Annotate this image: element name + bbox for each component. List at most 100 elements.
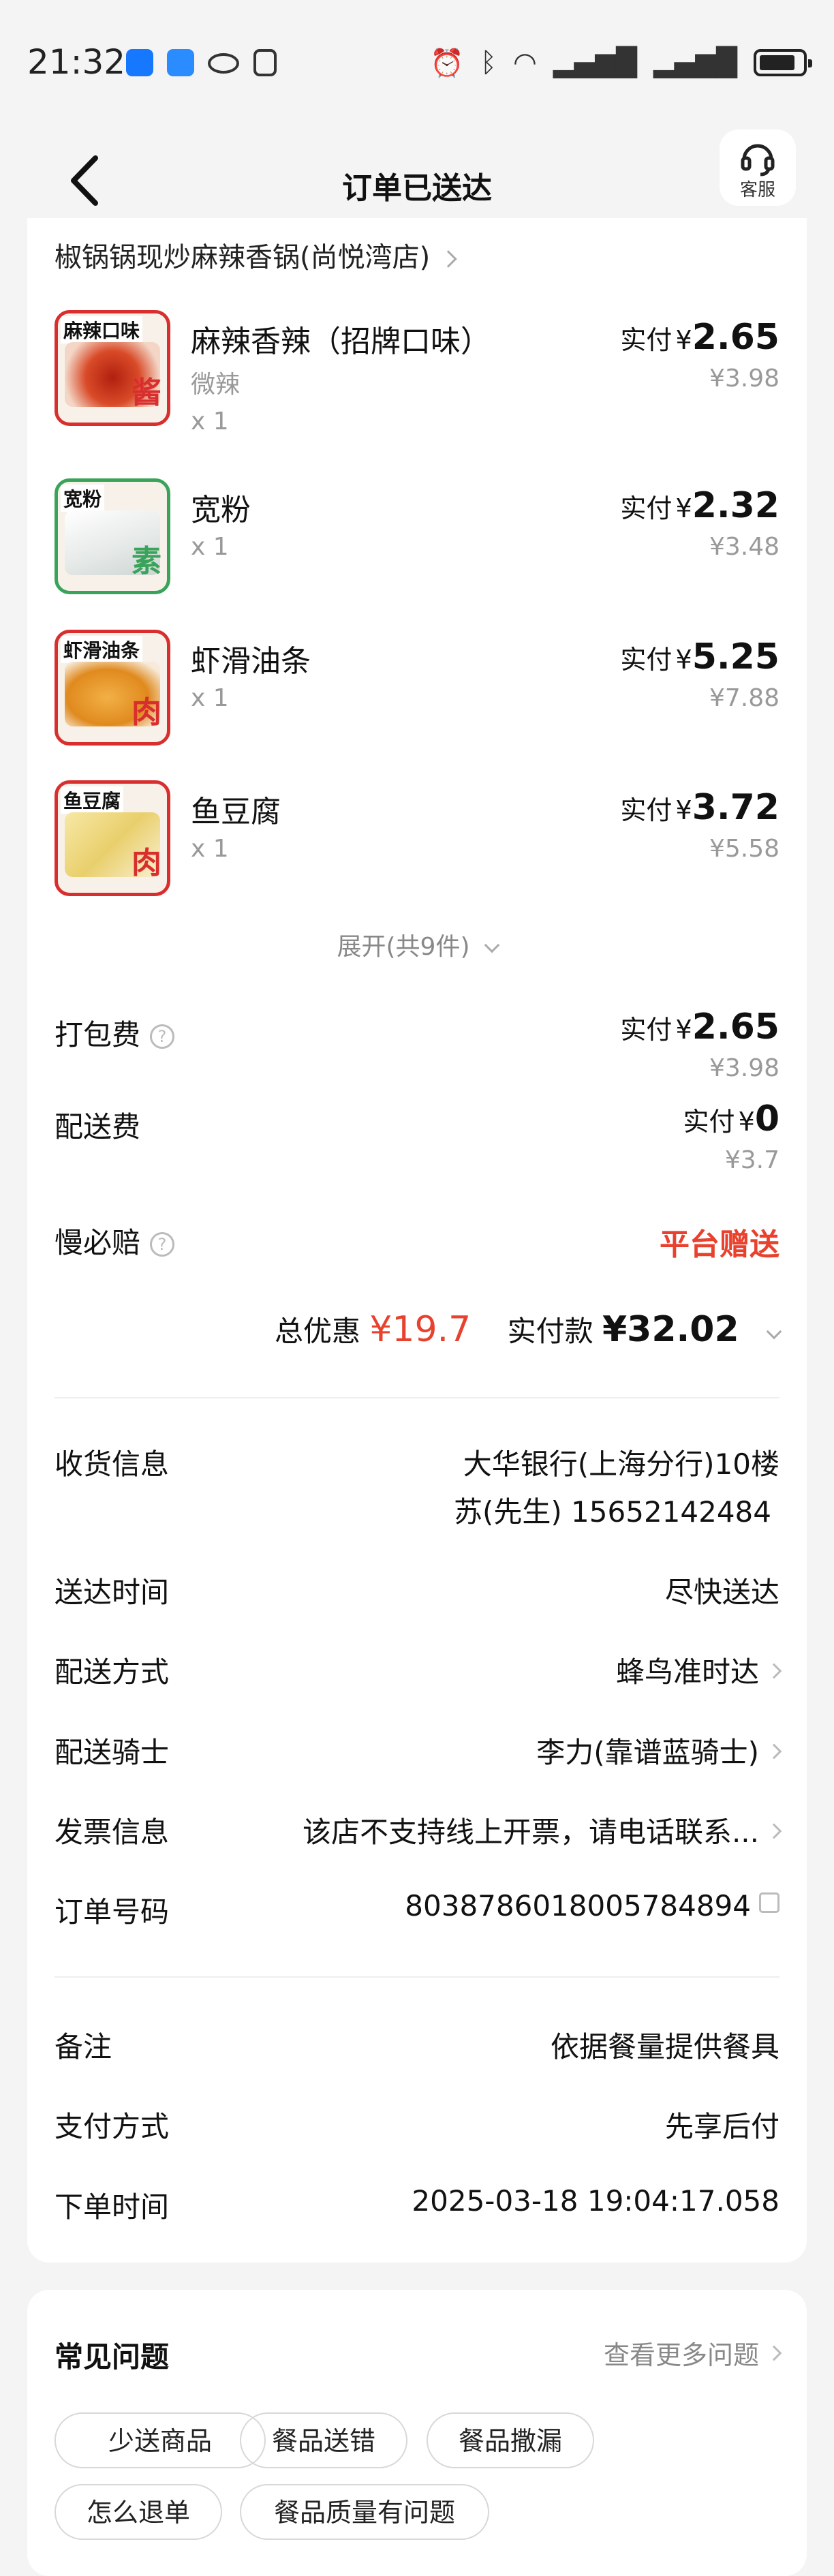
address-row: 收货信息 大华银行(上海分行)10楼 苏(先生) 15652142484 [55, 1441, 779, 1530]
chevron-right-icon [766, 1743, 782, 1760]
thumb-tag: 鱼豆腐 [61, 786, 124, 814]
item-price: 实付 ¥2.65 [620, 317, 779, 358]
nfc-icon [253, 49, 277, 76]
order-number-value: 8038786018005784894 [405, 1889, 751, 1922]
thumb-badge: 素 [132, 544, 161, 579]
item-thumbnail: 宽粉 素 [55, 478, 170, 594]
thumb-badge: 肉 [132, 695, 161, 730]
battery-icon [754, 49, 812, 76]
packing-fee-row: 打包费? 实付 ¥2.65 ¥3.98 [55, 1007, 779, 1087]
item-qty: x 1 [191, 408, 229, 435]
slow-compensation-label: 慢必赔 [55, 1226, 141, 1259]
divider [55, 1976, 779, 1978]
note-label: 备注 [55, 2030, 112, 2064]
item-qty: x 1 [191, 684, 229, 712]
order-item[interactable]: 麻辣口味 酱 麻辣香辣（招牌口味） 微辣 x 1 实付 ¥2.65 ¥3.98 [55, 310, 779, 440]
order-item[interactable]: 鱼豆腐 肉 鱼豆腐 x 1 实付 ¥3.72 ¥5.58 [55, 780, 779, 910]
rider-value: 李力(靠谱蓝骑士) [536, 1736, 759, 1769]
address-line2: 苏(先生) 15652142484 [453, 1495, 771, 1529]
faq-chip[interactable]: 餐品送错 [240, 2412, 407, 2468]
delivery-fee-label: 配送费 [55, 1110, 141, 1144]
delivery-method-label: 配送方式 [55, 1655, 170, 1689]
discount-label: 总优惠 [274, 1315, 360, 1348]
faq-chip[interactable]: 少送商品 [55, 2412, 266, 2468]
status-bar: 21:32 ⏰ ᛒ ◠ ▂▄▆█ ▂▄▆█ [0, 0, 834, 129]
item-qty: x 1 [191, 533, 229, 561]
packing-fee-price: 实付 ¥2.65 [620, 1007, 779, 1047]
store-name-link[interactable]: 椒锅锅现炒麻辣香锅(尚悦湾店) [55, 235, 457, 275]
headset-icon [741, 144, 775, 177]
packing-fee-label: 打包费 [55, 1018, 141, 1052]
payment-method-row: 支付方式 先享后付 [55, 2104, 779, 2158]
zhihu-app-icon [126, 49, 153, 76]
customer-service-label: 客服 [739, 180, 775, 200]
delivery-fee-price: 实付 ¥0 [683, 1099, 779, 1139]
thumb-badge: 酱 [132, 375, 161, 410]
signal-2-icon: ▂▄▆█ [653, 47, 737, 78]
discount-value: ¥19.7 [369, 1309, 472, 1350]
expand-label: 展开(共9件) [337, 933, 470, 961]
faq-chip[interactable]: 餐品撒漏 [427, 2412, 594, 2468]
weather-app-icon [167, 49, 194, 76]
note-value: 依据餐量提供餐具 [550, 2030, 779, 2064]
faq-chip[interactable]: 餐品质量有问题 [240, 2484, 489, 2540]
alarm-icon: ⏰ [430, 47, 464, 79]
faq-more-label: 查看更多问题 [603, 2340, 759, 2370]
address-label: 收货信息 [55, 1447, 170, 1481]
chevron-right-icon [766, 1823, 782, 1839]
copy-icon[interactable] [759, 1892, 779, 1913]
platform-gift-text: 平台赠送 [660, 1227, 779, 1262]
page-title: 订单已送达 [342, 171, 492, 206]
paid-value: ¥32.02 [602, 1309, 739, 1350]
order-item[interactable]: 虾滑油条 肉 虾滑油条 x 1 实付 ¥5.25 ¥7.88 [55, 630, 779, 759]
item-price: 实付 ¥5.25 [620, 637, 779, 677]
faq-chip[interactable]: 怎么退单 [55, 2484, 222, 2540]
address-line1: 大华银行(上海分行)10楼 [463, 1447, 779, 1481]
help-icon[interactable]: ? [150, 1024, 175, 1049]
packing-fee-original: ¥3.98 [709, 1054, 779, 1082]
item-name: 鱼豆腐 [191, 795, 281, 829]
expand-items-button[interactable]: 展开(共9件) [27, 927, 807, 962]
eye-icon [208, 53, 239, 74]
delivery-fee-row: 配送费 实付 ¥0 ¥3.7 [55, 1099, 779, 1179]
invoice-row[interactable]: 发票信息 该店不支持线上开票，请电话联系... [55, 1809, 782, 1864]
payment-method-value: 先享后付 [664, 2110, 779, 2143]
help-icon[interactable]: ? [150, 1232, 175, 1257]
divider [55, 1397, 779, 1398]
item-qty: x 1 [191, 835, 229, 863]
item-original-price: ¥3.98 [709, 365, 779, 393]
thumb-tag: 宽粉 [61, 485, 105, 512]
order-number-label: 订单号码 [55, 1895, 170, 1929]
item-thumbnail: 虾滑油条 肉 [55, 630, 170, 746]
chevron-right-icon [766, 2345, 782, 2361]
status-time: 21:32 [27, 42, 126, 82]
item-price: 实付 ¥2.32 [620, 485, 779, 526]
item-name: 麻辣香辣（招牌口味） [191, 324, 491, 359]
order-total[interactable]: 总优惠 ¥19.7 实付款 ¥32.02 [274, 1308, 782, 1350]
item-thumbnail: 鱼豆腐 肉 [55, 780, 170, 896]
faq-more-link[interactable]: 查看更多问题 [603, 2334, 782, 2372]
delivery-time-label: 送达时间 [55, 1576, 170, 1609]
store-name: 椒锅锅现炒麻辣香锅(尚悦湾店) [55, 242, 431, 273]
item-thumbnail: 麻辣口味 酱 [55, 310, 170, 426]
paid-label: 实付款 [507, 1315, 593, 1348]
customer-service-button[interactable]: 客服 [720, 129, 796, 206]
item-original-price: ¥3.48 [709, 533, 779, 561]
chevron-down-icon [484, 937, 499, 953]
order-item[interactable]: 宽粉 素 宽粉 x 1 实付 ¥2.32 ¥3.48 [55, 478, 779, 608]
wifi-icon: ◠ [513, 47, 537, 78]
rider-label: 配送骑士 [55, 1736, 170, 1769]
order-card: 椒锅锅现炒麻辣香锅(尚悦湾店) 麻辣口味 酱 麻辣香辣（招牌口味） 微辣 x 1… [27, 218, 807, 2263]
delivery-method-value: 蜂鸟准时达 [615, 1655, 759, 1689]
rider-row[interactable]: 配送骑士 李力(靠谱蓝骑士) [55, 1730, 782, 1784]
top-nav: 订单已送达 客服 [0, 129, 834, 232]
delivery-time-row: 送达时间 尽快送达 [55, 1569, 779, 1624]
invoice-value: 该店不支持线上开票，请电话联系... [302, 1815, 759, 1849]
order-number-row: 订单号码 8038786018005784894 [55, 1889, 779, 1944]
bluetooth-icon: ᛒ [480, 47, 497, 78]
thumb-tag: 虾滑油条 [61, 636, 143, 663]
delivery-method-row[interactable]: 配送方式 蜂鸟准时达 [55, 1649, 782, 1704]
item-name: 宽粉 [191, 493, 251, 527]
chevron-down-icon [766, 1323, 782, 1340]
item-name: 虾滑油条 [191, 644, 311, 679]
